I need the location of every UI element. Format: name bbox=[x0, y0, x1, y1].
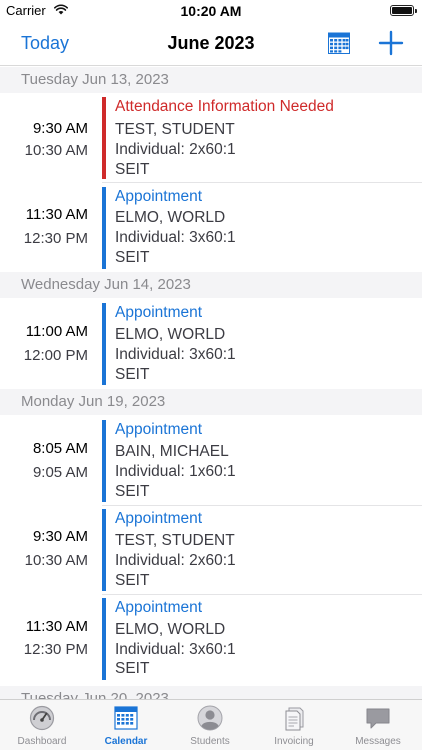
event-service: SEIT bbox=[115, 572, 150, 589]
status-time: 10:20 AM bbox=[180, 3, 242, 19]
event-service: SEIT bbox=[115, 660, 150, 677]
event-title: Appointment bbox=[115, 304, 203, 321]
event-start-time: 8:05 AM bbox=[32, 440, 88, 457]
section-date: Monday Jun 19, 2023 bbox=[21, 393, 166, 410]
navigation-bar: Today June 2023 bbox=[0, 22, 422, 66]
messages-icon bbox=[366, 708, 390, 729]
event-start-time: 11:30 AM bbox=[25, 618, 88, 635]
tab-calendar[interactable]: Calendar bbox=[84, 700, 168, 750]
event-service: SEIT bbox=[115, 366, 150, 383]
event-title: Appointment bbox=[115, 510, 203, 527]
event-student: ELMO, WORLD bbox=[115, 209, 226, 226]
event-student: ELMO, WORLD bbox=[115, 621, 226, 638]
event-student: BAIN, MICHAEL bbox=[115, 443, 229, 460]
event-row[interactable]: 8:05 AM 9:05 AM Appointment BAIN, MICHAE… bbox=[0, 415, 422, 506]
section-header: Wednesday Jun 14, 2023 bbox=[0, 272, 422, 298]
event-title: Appointment bbox=[115, 188, 203, 205]
event-row[interactable]: 11:30 AM 12:30 PM Appointment ELMO, WORL… bbox=[0, 183, 422, 272]
event-student: ELMO, WORLD bbox=[115, 326, 226, 343]
event-row[interactable]: 11:30 AM 12:30 PM Appointment ELMO, WORL… bbox=[0, 594, 422, 686]
event-title: Appointment bbox=[115, 599, 203, 616]
event-start-time: 9:30 AM bbox=[32, 528, 88, 545]
students-icon bbox=[197, 705, 223, 731]
event-student: TEST, STUDENT bbox=[115, 121, 235, 138]
tab-label: Calendar bbox=[104, 736, 148, 747]
tab-bar: Dashboard Calendar Students Invoicing Me… bbox=[0, 699, 422, 750]
event-detail: Individual: 1x60:1 bbox=[115, 463, 236, 480]
calendar-view-icon[interactable] bbox=[328, 32, 350, 54]
event-service: SEIT bbox=[115, 161, 150, 178]
event-end-time: 12:30 PM bbox=[23, 230, 88, 247]
event-status-bar bbox=[102, 598, 106, 680]
event-title: Attendance Information Needed bbox=[115, 98, 334, 115]
invoicing-icon bbox=[285, 707, 304, 731]
event-row[interactable]: 9:30 AM 10:30 AM Attendance Information … bbox=[0, 93, 422, 183]
event-title: Appointment bbox=[115, 421, 203, 438]
event-row[interactable]: 11:00 AM 12:00 PM Appointment ELMO, WORL… bbox=[0, 298, 422, 389]
event-detail: Individual: 3x60:1 bbox=[115, 346, 236, 363]
tab-label: Invoicing bbox=[274, 736, 314, 747]
event-start-time: 11:30 AM bbox=[25, 206, 88, 223]
tab-label: Dashboard bbox=[17, 736, 67, 747]
dashboard-icon bbox=[29, 705, 55, 731]
event-detail: Individual: 2x60:1 bbox=[115, 141, 236, 158]
tab-invoicing[interactable]: Invoicing bbox=[252, 700, 336, 750]
event-detail: Individual: 2x60:1 bbox=[115, 552, 236, 569]
section-header: Monday Jun 19, 2023 bbox=[0, 389, 422, 415]
event-end-time: 10:30 AM bbox=[24, 142, 88, 159]
event-start-time: 11:00 AM bbox=[25, 323, 88, 340]
event-detail: Individual: 3x60:1 bbox=[115, 641, 236, 658]
event-service: SEIT bbox=[115, 249, 150, 266]
event-end-time: 10:30 AM bbox=[24, 552, 88, 569]
calendar-icon bbox=[114, 706, 138, 730]
add-appointment-button[interactable] bbox=[378, 30, 404, 56]
event-row[interactable]: 9:30 AM 10:30 AM Appointment TEST, STUDE… bbox=[0, 505, 422, 595]
event-status-bar bbox=[102, 420, 106, 502]
tab-messages[interactable]: Messages bbox=[336, 700, 420, 750]
event-student: TEST, STUDENT bbox=[115, 532, 235, 549]
event-end-time: 12:30 PM bbox=[23, 641, 88, 658]
event-detail: Individual: 3x60:1 bbox=[115, 229, 236, 246]
section-header: Tuesday Jun 13, 2023 bbox=[0, 67, 422, 93]
tab-label: Students bbox=[190, 736, 230, 747]
page-title: June 2023 bbox=[167, 33, 255, 53]
status-bar: Carrier 10:20 AM bbox=[0, 0, 422, 22]
tab-dashboard[interactable]: Dashboard bbox=[0, 700, 84, 750]
event-status-bar bbox=[102, 97, 106, 179]
event-service: SEIT bbox=[115, 483, 150, 500]
tab-label: Messages bbox=[355, 736, 401, 747]
event-end-time: 12:00 PM bbox=[23, 347, 88, 364]
section-date: Wednesday Jun 14, 2023 bbox=[21, 276, 191, 293]
event-start-time: 9:30 AM bbox=[32, 120, 88, 137]
event-status-bar bbox=[102, 303, 106, 385]
event-status-bar bbox=[102, 187, 106, 269]
section-date: Tuesday Jun 13, 2023 bbox=[21, 71, 169, 88]
tab-students[interactable]: Students bbox=[168, 700, 252, 750]
event-end-time: 9:05 AM bbox=[32, 464, 88, 481]
event-status-bar bbox=[102, 509, 106, 591]
battery-icon bbox=[390, 5, 417, 16]
